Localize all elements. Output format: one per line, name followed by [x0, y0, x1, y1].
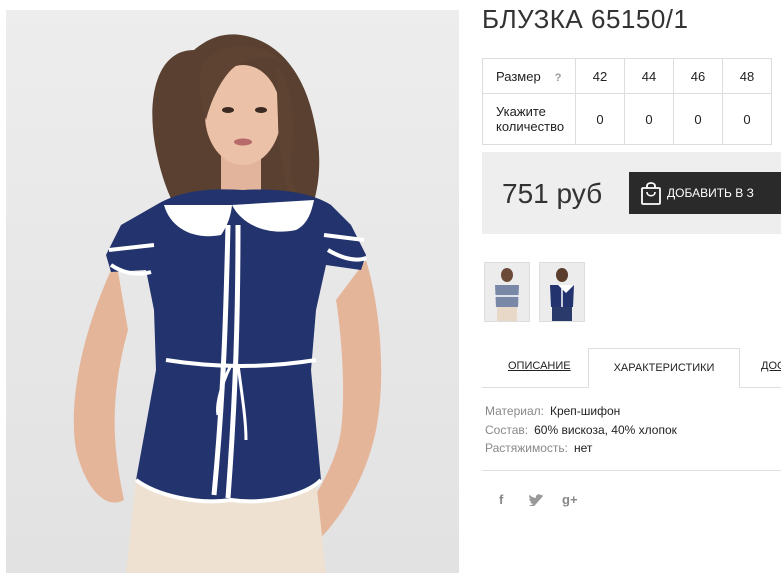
characteristic-key: Материал:	[485, 404, 544, 418]
size-label: Размер	[496, 68, 541, 84]
characteristics-list: Материал: Креп-шифон Состав: 60% вискоза, …	[485, 402, 677, 458]
quantity-input-46[interactable]: 0	[673, 93, 723, 145]
size-help-icon[interactable]: ?	[555, 72, 562, 84]
characteristic-row: Растяжимость: нет	[485, 439, 677, 458]
price-box: 751 руб ДОБАВИТЬ В З	[482, 152, 781, 234]
thumbnail-image	[540, 263, 584, 321]
tab-description[interactable]: ОПИСАНИЕ	[508, 360, 571, 372]
size-48: 48	[722, 58, 772, 94]
quantity-input-48[interactable]: 0	[722, 93, 772, 145]
add-to-cart-button[interactable]: ДОБАВИТЬ В З	[629, 172, 781, 214]
characteristic-key: Растяжимость:	[485, 441, 569, 455]
characteristic-value: нет	[574, 441, 593, 455]
size-row: Размер? 42 44 46 48	[482, 58, 772, 94]
facebook-icon[interactable]: f	[499, 492, 503, 507]
size-42: 42	[575, 58, 625, 94]
divider	[482, 470, 781, 471]
quantity-row: Укажите количество 0 0 0 0	[482, 93, 772, 145]
google-plus-icon[interactable]: g+	[562, 492, 578, 507]
tab-characteristics[interactable]: ХАРАКТЕРИСТИКИ	[588, 348, 740, 388]
characteristic-key: Состав:	[485, 422, 529, 437]
twitter-icon[interactable]	[529, 494, 544, 506]
thumbnail-image	[485, 263, 529, 321]
size-46: 46	[673, 58, 723, 94]
quantity-label: Укажите количество	[482, 93, 576, 145]
thumbnail-back-view[interactable]	[484, 262, 530, 322]
characteristic-row: Материал: Креп-шифон	[485, 402, 677, 421]
quantity-input-42[interactable]: 0	[575, 93, 625, 145]
size-44: 44	[624, 58, 674, 94]
size-label-cell: Размер?	[482, 58, 576, 94]
add-to-cart-label: ДОБАВИТЬ В З	[667, 186, 754, 200]
characteristic-row: Состав: 60% вискоза, 40% хлопок	[485, 421, 677, 440]
quantity-input-44[interactable]: 0	[624, 93, 674, 145]
tab-delivery[interactable]: ДОС	[761, 360, 781, 372]
thumbnail-front-view[interactable]	[539, 262, 585, 322]
shopping-bag-icon	[641, 182, 661, 205]
characteristic-value: Креп-шифон	[549, 404, 621, 418]
size-quantity-table: Размер? 42 44 46 48 Укажите количество 0…	[482, 58, 772, 145]
product-tabs: ОПИСАНИЕ ХАРАКТЕРИСТИКИ ДОС	[482, 348, 781, 388]
characteristic-value: 60% вискоза, 40% хлопок	[534, 422, 677, 437]
product-main-photo[interactable]	[6, 10, 459, 573]
product-title: БЛУЗКА 65150/1	[482, 4, 689, 34]
model-illustration	[73, 34, 382, 573]
price: 751 руб	[502, 178, 603, 209]
